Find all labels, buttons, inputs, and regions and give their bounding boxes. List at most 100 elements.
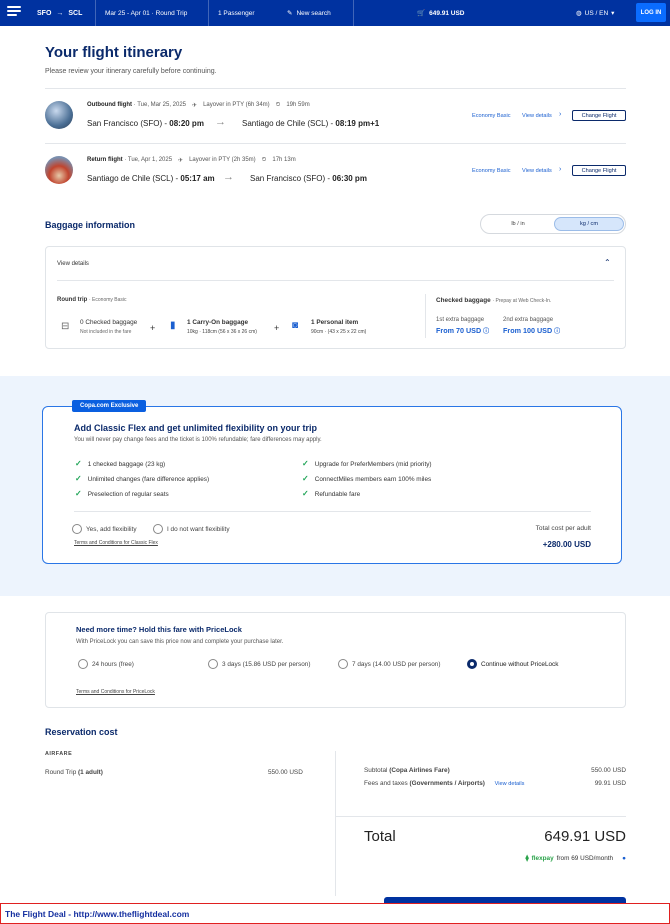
personal-item-note: 90cm · (43 x 25 x 22 cm) <box>311 329 367 335</box>
radio-selected-icon <box>467 659 477 669</box>
plus-icon: + <box>150 323 156 333</box>
flexpay-logo-icon: ⧫ <box>525 855 529 862</box>
origin: San Francisco (SFO) - <box>87 119 168 128</box>
new-search-button[interactable]: ✎ New search <box>278 0 331 26</box>
extra1-price: From 70 USD <box>436 326 482 335</box>
footer-text: The Flight Deal - http://www.theflightde… <box>5 909 190 919</box>
locale-selector[interactable]: ◍ US / EN ▾ <box>567 0 614 26</box>
pricelock-subtitle: With PriceLock you can save this price n… <box>76 639 284 645</box>
unit-lb-option[interactable]: lb / in <box>483 217 553 231</box>
outbound-flight: Outbound flight · Tue, Mar 25, 2025 ✈ Lay… <box>45 101 630 131</box>
fees-view-details-link[interactable]: View details <box>495 781 525 787</box>
fare-family-link[interactable]: Economy Basic <box>472 113 511 119</box>
check-icon: ✓ <box>75 474 82 483</box>
benefit-item: ✓ ConnectMiles members earn 100% miles <box>302 474 432 483</box>
destination: San Francisco (SFO) - <box>250 174 331 183</box>
fees-note: (Governments / Airports) <box>409 780 485 787</box>
passengers-summary[interactable]: 1 Passenger <box>208 0 255 26</box>
flex-no-radio[interactable]: I do not want flexibility <box>153 524 230 534</box>
pricelock-option-3d[interactable]: 3 days (15.86 USD per person) <box>208 659 310 669</box>
unit-toggle[interactable]: lb / in kg / cm <box>480 214 626 234</box>
checked-baggage-note: Not included in the fare <box>80 329 132 335</box>
flight-title: Outbound flight <box>87 102 132 108</box>
fees-label: Fees and taxes <box>364 780 408 787</box>
checked-baggage-sub: · Prepay at Web Check-In. <box>492 298 552 304</box>
view-details-link[interactable]: View details <box>522 168 552 174</box>
subtotal-amount: 550.00 USD <box>591 767 626 774</box>
radio-icon <box>78 659 88 669</box>
departure-time: 08:20 pm <box>169 119 204 128</box>
change-flight-button[interactable]: Change Flight <box>572 165 626 176</box>
destination-code: SCL <box>68 9 83 17</box>
info-icon[interactable]: ⓘ <box>483 329 489 335</box>
radio-icon <box>153 524 163 534</box>
subtotal-note: (Copa Airlines Fare) <box>389 767 450 774</box>
origin-code: SFO <box>37 9 52 17</box>
plane-icon: ✈ <box>192 103 198 109</box>
new-search-label: New search <box>296 9 331 17</box>
plus-icon: + <box>274 323 280 333</box>
pencil-icon: ✎ <box>287 10 293 17</box>
arrival-time: 08:19 pm+1 <box>335 119 380 128</box>
benefit-item: ✓ Preselection of regular seats <box>75 489 169 498</box>
chevron-right-icon[interactable]: › <box>559 166 561 173</box>
flex-yes-radio[interactable]: Yes, add flexibility <box>72 524 137 534</box>
page-title: Your flight itinerary <box>45 44 183 61</box>
chevron-down-icon: ▾ <box>611 10 615 17</box>
arrow-right-icon: → <box>56 9 64 17</box>
radio-icon <box>72 524 82 534</box>
return-flight: Return flight · Tue, Apr 1, 2025 ✈ Layove… <box>45 156 630 186</box>
fare-family-link[interactable]: Economy Basic <box>472 168 511 174</box>
page-subtitle: Please review your itinerary carefully b… <box>45 68 217 75</box>
subtotal-label: Subtotal <box>364 767 388 774</box>
extra2-price: From 100 USD <box>503 326 553 335</box>
destination-image <box>45 101 73 129</box>
benefit-item: ✓ Upgrade for PreferMembers (mid priority… <box>302 459 432 468</box>
radio-icon <box>338 659 348 669</box>
airfare-amount: 550.00 USD <box>268 769 303 776</box>
globe-icon: ◍ <box>576 10 582 17</box>
layover: Layover in PTY (2h 35m) <box>189 157 256 163</box>
info-icon[interactable]: ● <box>622 855 626 862</box>
flex-title: Add Classic Flex and get unlimited flexi… <box>74 423 318 433</box>
pricelock-terms-link[interactable]: Terms and Conditions for PriceLock <box>76 689 155 695</box>
dates-label: Mar 25 - Apr 01 · Round Trip <box>105 9 188 17</box>
pricelock-option-24h[interactable]: 24 hours (free) <box>78 659 134 669</box>
check-icon: ✓ <box>302 474 309 483</box>
copa-logo[interactable] <box>7 6 21 20</box>
flex-cost-label: Total cost per adult <box>535 525 591 532</box>
pricelock-option-7d[interactable]: 7 days (14.00 USD per person) <box>338 659 440 669</box>
chevron-up-icon[interactable]: ⌃ <box>604 258 611 267</box>
flex-cost: +280.00 USD <box>542 540 591 549</box>
flex-terms-link[interactable]: Terms and Conditions for Classic Flex <box>74 540 158 546</box>
flight-date: · Tue, Apr 1, 2025 <box>124 157 173 163</box>
info-icon[interactable]: ⓘ <box>554 329 560 335</box>
extra2-label: 2nd extra baggage <box>503 317 554 323</box>
login-button[interactable]: LOG IN <box>636 3 666 22</box>
flight-title: Return flight <box>87 157 123 163</box>
airfare-heading: AIRFARE <box>45 751 73 757</box>
baggage-title: Baggage information <box>45 220 136 230</box>
route-summary[interactable]: SFO → SCL <box>28 0 82 26</box>
view-details-toggle[interactable]: View details <box>57 261 89 267</box>
check-icon: ✓ <box>302 459 309 468</box>
dates-summary[interactable]: Mar 25 - Apr 01 · Round Trip <box>95 0 187 26</box>
unit-kg-option[interactable]: kg / cm <box>554 217 624 231</box>
duration: 19h 59m <box>286 102 310 108</box>
personal-item-label: 1 Personal item <box>311 319 359 326</box>
duration: 17h 13m <box>272 157 296 163</box>
chevron-right-icon[interactable]: › <box>559 111 561 118</box>
view-details-link[interactable]: View details <box>522 113 552 119</box>
clock-icon: ⏲ <box>261 157 267 163</box>
flexpay-note: from 69 USD/month <box>556 854 614 862</box>
checked-bag-icon: ⊟ <box>61 321 70 332</box>
arrow-right-icon: → <box>223 171 234 183</box>
plane-icon: ✈ <box>178 158 184 164</box>
benefit-item: ✓ Refundable fare <box>302 489 361 498</box>
carry-on-icon: ▮ <box>170 320 176 331</box>
change-flight-button[interactable]: Change Flight <box>572 110 626 121</box>
pricelock-option-none[interactable]: Continue without PriceLock <box>467 659 558 669</box>
round-trip-fare: · Economy Basic <box>89 297 127 303</box>
clock-icon: ⏲ <box>275 102 281 108</box>
cart-total[interactable]: 🛒 649.91 USD <box>353 0 503 26</box>
